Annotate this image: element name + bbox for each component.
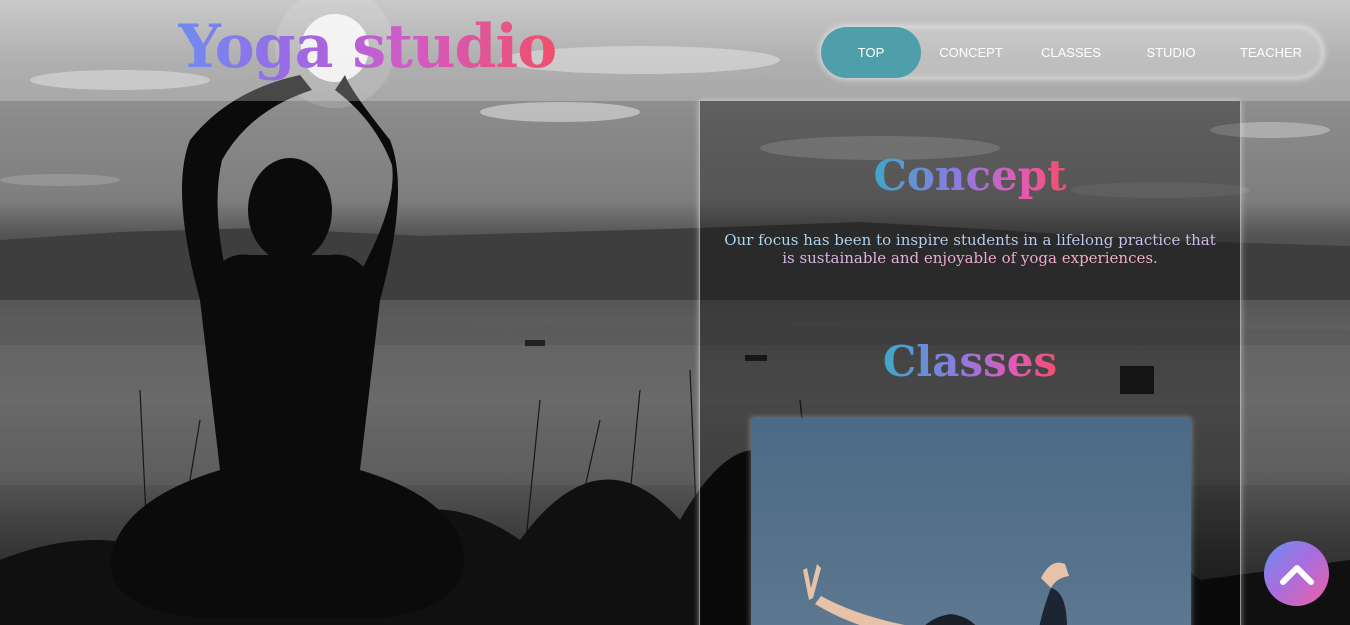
site-logo[interactable]: Yoga studio [178,12,557,82]
nav-item-top[interactable]: TOP [821,27,921,78]
concept-description-text: Our focus has been to inspire students i… [724,231,1216,267]
nav-item-studio[interactable]: STUDIO [1121,27,1221,78]
classes-heading-text: Classes [882,337,1058,386]
concept-heading-text: Concept [873,151,1067,200]
concept-heading: Concept [700,151,1240,200]
nav-item-concept[interactable]: CONCEPT [921,27,1021,78]
concept-description: Our focus has been to inspire students i… [720,231,1220,267]
classes-photo [751,418,1191,625]
nav-item-classes[interactable]: CLASSES [1021,27,1121,78]
classes-heading: Classes [700,337,1240,386]
yoga-pose-photo [803,562,1069,625]
chevron-up-icon [1279,564,1314,585]
main-navigation: TOP CONCEPT CLASSES STUDIO TEACHER [821,27,1323,78]
content-panel: Concept Our focus has been to inspire st… [699,101,1241,625]
nav-item-teacher[interactable]: TEACHER [1221,27,1321,78]
scroll-to-top-button[interactable] [1264,541,1329,606]
